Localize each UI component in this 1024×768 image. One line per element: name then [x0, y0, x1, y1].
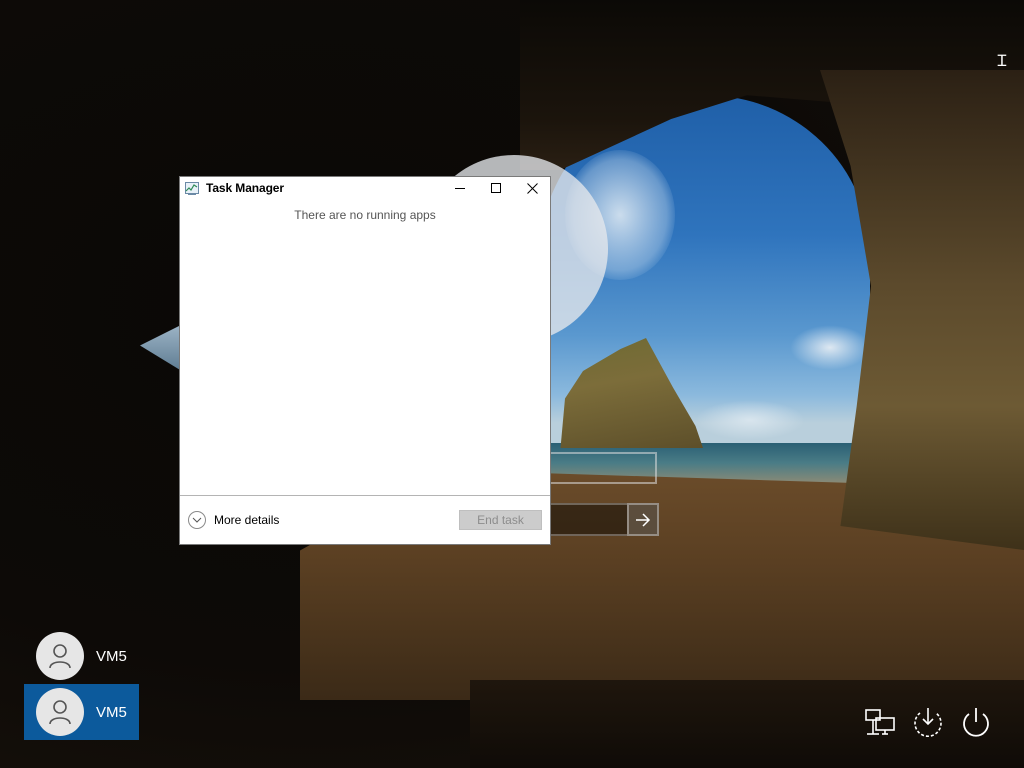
user-name: VM5 [96, 704, 127, 721]
close-button[interactable] [514, 177, 550, 199]
power-button[interactable] [958, 704, 994, 740]
user-name: VM5 [96, 648, 127, 665]
maximize-button[interactable] [478, 177, 514, 199]
window-title: Task Manager [206, 181, 284, 195]
avatar [36, 632, 84, 680]
network-icon [865, 709, 895, 735]
minimize-button[interactable] [442, 177, 478, 199]
network-button[interactable] [862, 704, 898, 740]
user-icon [49, 644, 71, 669]
password-field[interactable] [549, 452, 657, 484]
arrow-right-icon [636, 512, 651, 527]
close-icon [526, 182, 538, 194]
pin-field[interactable] [549, 503, 627, 536]
footer-divider [180, 495, 550, 496]
end-task-button[interactable]: End task [459, 510, 542, 530]
avatar [36, 688, 84, 736]
user-list-item-selected[interactable]: VM5 [24, 684, 139, 740]
task-manager-app-icon [185, 182, 199, 195]
user-list-item[interactable]: VM5 [24, 628, 139, 684]
title-bar[interactable]: Task Manager [180, 177, 550, 199]
submit-button[interactable] [627, 503, 659, 536]
task-manager-window: Task Manager There are no running apps M… [179, 176, 551, 545]
ease-of-access-icon [914, 708, 942, 738]
power-icon [963, 708, 989, 737]
minimize-icon [455, 188, 465, 189]
more-details-button[interactable]: More details [188, 510, 279, 530]
maximize-icon [491, 183, 501, 193]
text-cursor-icon: Ɪ [997, 51, 1007, 70]
user-icon [49, 700, 71, 725]
ease-of-access-button[interactable] [910, 704, 946, 740]
more-details-label: More details [214, 513, 280, 527]
empty-apps-message: There are no running apps [294, 208, 436, 222]
chevron-down-icon [188, 511, 206, 529]
